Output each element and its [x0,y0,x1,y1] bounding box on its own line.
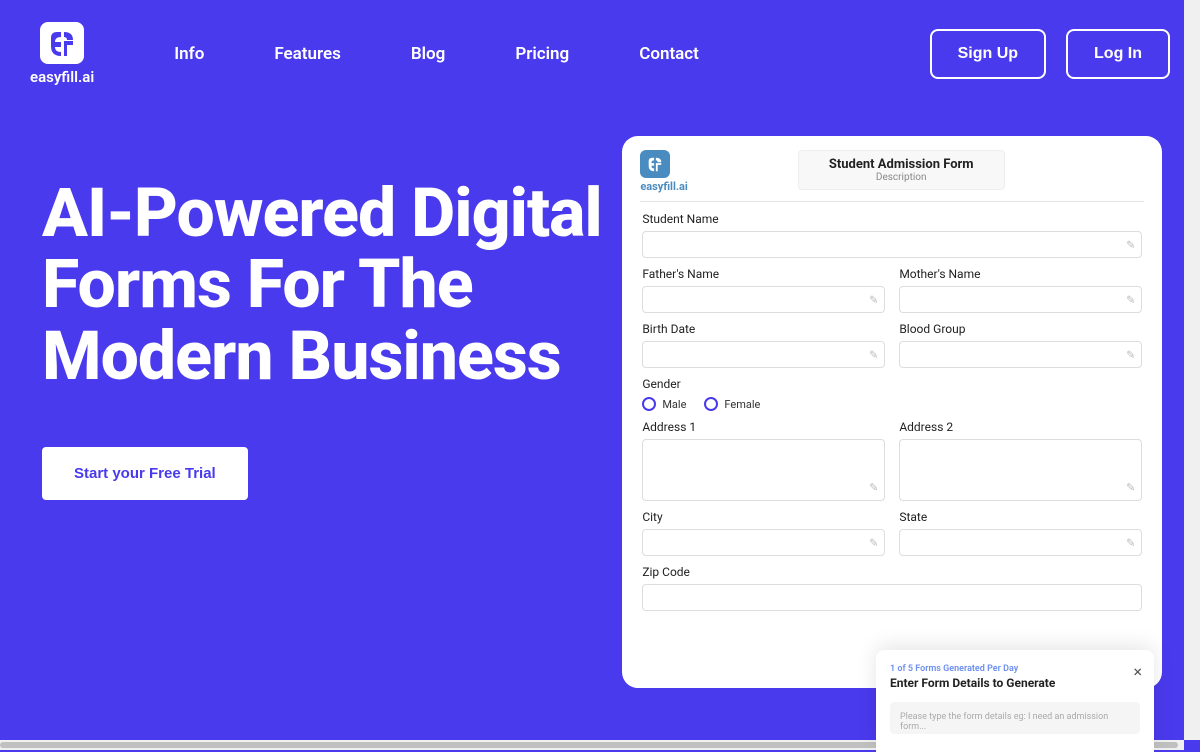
gender-radio-group: Male Female [642,397,1142,411]
radio-circle-icon [642,397,656,411]
brand-name: easyfill.ai [30,68,94,86]
chat-input[interactable]: Please type the form details eg: I need … [890,702,1140,734]
label-student-name: Student Name [642,212,1142,226]
form-title: Student Admission Form [829,157,974,172]
chat-title: Enter Form Details to Generate [890,676,1140,690]
edit-icon: ✎ [869,536,878,549]
nav-contact[interactable]: Contact [639,44,699,64]
input-father-name[interactable]: ✎ [642,286,885,313]
input-state[interactable]: ✎ [899,529,1142,556]
form-body: Student Name ✎ Father's Name ✎ Mother's … [640,212,1144,611]
edit-icon: ✎ [869,481,878,494]
chat-widget: 1 of 5 Forms Generated Per Day Enter For… [876,650,1154,752]
close-icon[interactable]: × [1133,664,1142,680]
edit-icon: ✎ [869,293,878,306]
label-zip: Zip Code [642,565,1142,579]
edit-icon: ✎ [1126,238,1135,251]
label-city: City [642,510,885,524]
login-button[interactable]: Log In [1066,29,1170,79]
input-address1[interactable]: ✎ [642,439,885,501]
brand-logo-icon [40,22,84,64]
auth-buttons: Sign Up Log In [930,29,1170,79]
form-brand-name: easyfill.ai [640,180,688,193]
start-trial-button[interactable]: Start your Free Trial [42,447,248,500]
edit-icon: ✎ [869,348,878,361]
form-title-block: Student Admission Form Description [798,150,1005,190]
input-address2[interactable]: ✎ [899,439,1142,501]
label-mother-name: Mother's Name [899,267,1142,281]
signup-button[interactable]: Sign Up [930,29,1046,79]
nav-blog[interactable]: Blog [411,44,446,64]
edit-icon: ✎ [1126,536,1135,549]
radio-male[interactable]: Male [642,397,686,411]
form-preview-section: easyfill.ai Student Admission Form Descr… [622,108,1158,750]
nav-pricing[interactable]: Pricing [515,44,569,64]
ef-logo-icon [47,28,77,58]
edit-icon: ✎ [1126,348,1135,361]
form-logo-icon [640,150,670,178]
input-mother-name[interactable]: ✎ [899,286,1142,313]
form-brand-logo: easyfill.ai [640,150,688,193]
radio-label-male: Male [662,398,686,411]
header: easyfill.ai Info Features Blog Pricing C… [0,0,1200,108]
form-description: Description [829,172,974,183]
form-preview-card: easyfill.ai Student Admission Form Descr… [622,136,1162,688]
label-father-name: Father's Name [642,267,885,281]
chat-quota: 1 of 5 Forms Generated Per Day [890,664,1140,674]
label-gender: Gender [642,377,1142,391]
brand-logo[interactable]: easyfill.ai [30,22,94,86]
edit-icon: ✎ [1126,293,1135,306]
label-birth-date: Birth Date [642,322,885,336]
input-blood-group[interactable]: ✎ [899,341,1142,368]
label-address1: Address 1 [642,420,885,434]
nav-info[interactable]: Info [174,44,204,64]
main-nav: Info Features Blog Pricing Contact [174,44,929,64]
radio-label-female: Female [724,398,760,411]
input-student-name[interactable]: ✎ [642,231,1142,258]
input-zip[interactable] [642,584,1142,611]
input-city[interactable]: ✎ [642,529,885,556]
main-content: AI-Powered Digital Forms For The Modern … [0,108,1200,750]
label-state: State [899,510,1142,524]
vertical-scrollbar[interactable] [1184,0,1200,740]
hero-title: AI-Powered Digital Forms For The Modern … [42,178,622,392]
edit-icon: ✎ [1126,481,1135,494]
form-header: easyfill.ai Student Admission Form Descr… [640,150,1144,202]
nav-features[interactable]: Features [274,44,341,64]
label-address2: Address 2 [899,420,1142,434]
hero-section: AI-Powered Digital Forms For The Modern … [42,108,622,750]
input-birth-date[interactable]: ✎ [642,341,885,368]
radio-circle-icon [704,397,718,411]
label-blood-group: Blood Group [899,322,1142,336]
radio-female[interactable]: Female [704,397,760,411]
